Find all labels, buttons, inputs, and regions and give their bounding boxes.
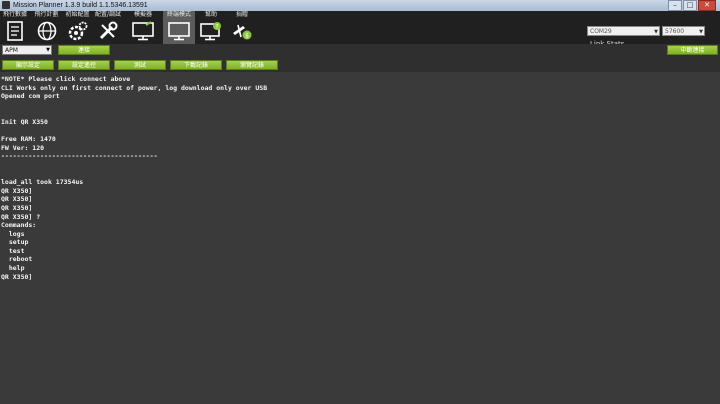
terminal-line: QR X350] (1, 203, 33, 212)
terminal-line: test (1, 246, 25, 255)
app-logo-icon (2, 1, 10, 9)
nav-terminal[interactable]: 終端模式 (163, 11, 195, 44)
nav-simulation[interactable]: 模擬器 (124, 11, 162, 44)
nav-label: 終端模式 (166, 11, 191, 18)
terminal-line: logs (1, 229, 25, 238)
nav-donate[interactable]: 捐贈 $ (227, 11, 257, 44)
com-port-value: COM29 (590, 28, 612, 35)
close-button[interactable]: ✕ (698, 0, 716, 11)
terminal-line: QR X350] (1, 195, 33, 204)
main-toolbar: 飛行數據 飛行計劃 初始配置 配置/調試 模擬器 終端模式 幫助 ? 捐贈 $ … (0, 11, 720, 48)
flight-plan-icon (37, 21, 56, 41)
terminal-line: QR X350] (1, 186, 33, 195)
terminal-text: *NOTE* Please click connect above CLI Wor… (0, 72, 720, 281)
window-title: Mission Planner 1.3.9 build 1.1.5346.135… (13, 2, 148, 9)
terminal-line: QR X350] (1, 272, 33, 281)
simulation-icon (132, 21, 154, 41)
config-tuning-icon (99, 21, 118, 40)
terminal-line: QR X350] ? (1, 212, 41, 221)
nav-label: 幫助 (204, 11, 217, 18)
terminal-line: Free RAM: 1470 (1, 135, 56, 144)
chevron-down-icon: ▼ (654, 29, 658, 35)
nav-flight-plan[interactable]: 飛行計劃 (31, 11, 62, 44)
nav-label: 模擬器 (133, 11, 152, 18)
nav-flight-data[interactable]: 飛行數據 (0, 11, 30, 44)
board-type-value: APM (5, 47, 18, 54)
nav-label: 飛行數據 (2, 11, 27, 18)
disconnect-button[interactable]: 中斷連接 (667, 45, 718, 55)
baud-rate-select[interactable]: 57600 ▼ (662, 26, 705, 36)
initial-setup-icon (68, 21, 87, 41)
terminal-line: reboot (1, 255, 33, 264)
donate-icon: $ (233, 24, 252, 40)
nav-label: 配置/調試 (94, 11, 122, 18)
connect-button[interactable]: 連接 (58, 45, 110, 55)
nav-initial-setup[interactable]: 初始配置 (62, 11, 93, 44)
nav-label: 初始配置 (65, 11, 90, 18)
terminal-line: Opened com port (1, 92, 60, 101)
terminal-line: setup (1, 238, 29, 247)
minimize-button[interactable]: – (668, 0, 682, 11)
terminal-line: *NOTE* Please click connect above (1, 75, 131, 83)
maximize-button[interactable]: □ (683, 0, 697, 11)
terminal-line: FW Ver: 120 (1, 143, 45, 152)
terminal-line: CLI Works only on first connect of power… (1, 83, 268, 92)
svg-text:$: $ (245, 33, 249, 40)
chevron-down-icon: ▼ (699, 29, 703, 35)
com-port-select[interactable]: COM29 ▼ (587, 26, 660, 36)
terminal-line: load_all took 17354us (1, 178, 84, 187)
svg-text:?: ? (215, 24, 218, 31)
terminal-line: Commands: (1, 221, 37, 230)
window-title-bar: Mission Planner 1.3.9 build 1.1.5346.135… (0, 0, 720, 11)
window-controls: – □ ✕ (668, 0, 716, 11)
board-type-select[interactable]: APM ▼ (2, 45, 52, 55)
nav-config-tuning[interactable]: 配置/調試 (93, 11, 123, 44)
terminal-line: help (1, 264, 25, 273)
show-settings-button[interactable]: 顯示設定 (2, 60, 54, 70)
terminal-output[interactable]: *NOTE* Please click connect above CLI Wor… (0, 72, 720, 404)
nav-label: 飛行計劃 (34, 11, 59, 18)
setup-radio-button[interactable]: 設定遙控 (58, 60, 110, 70)
terminal-line: Init QR X350 (1, 117, 48, 126)
help-icon: ? (200, 22, 221, 41)
flight-data-icon (7, 21, 23, 41)
nav-help[interactable]: 幫助 ? (196, 11, 226, 44)
terminal-icon (168, 22, 190, 41)
terminal-line: ---------------------------------------- (1, 152, 158, 161)
baud-rate-value: 57600 (665, 28, 685, 35)
download-logs-button[interactable]: 下載記錄 (170, 60, 222, 70)
test-button[interactable]: 測試 (114, 60, 166, 70)
chevron-down-icon: ▼ (46, 47, 50, 53)
nav-label: 捐贈 (235, 11, 248, 18)
browse-logs-button[interactable]: 瀏覽記錄 (226, 60, 278, 70)
